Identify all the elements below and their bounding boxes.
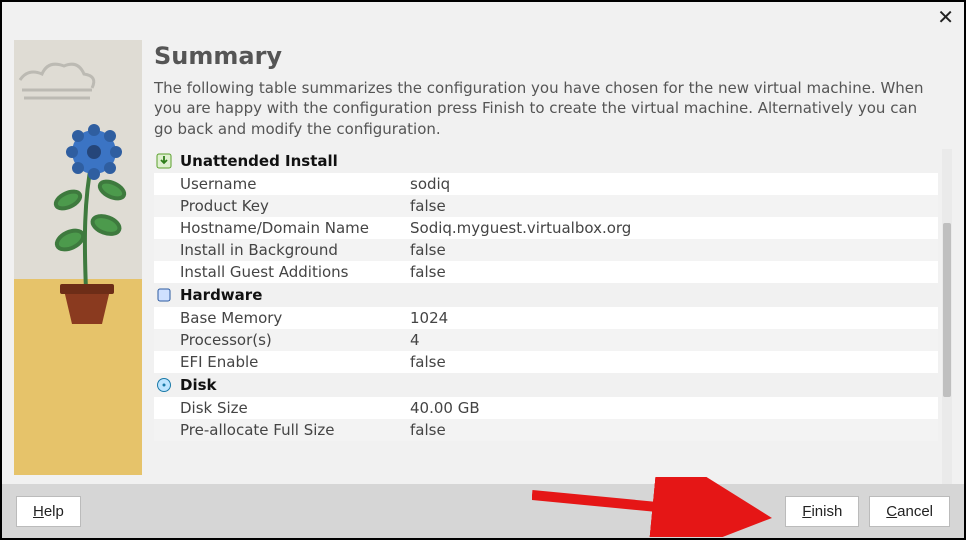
row-label: Base Memory: [180, 309, 410, 327]
section-rows: Base Memory1024Processor(s)4EFI Enablefa…: [154, 307, 938, 373]
summary-row: Base Memory1024: [154, 307, 938, 329]
row-label: EFI Enable: [180, 353, 410, 371]
install-icon: [156, 153, 172, 169]
section-title: Unattended Install: [180, 152, 338, 170]
page-description: The following table summarizes the confi…: [154, 78, 924, 139]
body: Summary The following table summarizes t…: [2, 32, 964, 484]
hardware-icon: [156, 287, 172, 303]
row-value: 1024: [410, 309, 448, 327]
summary-table: Unattended InstallUsernamesodiqProduct K…: [154, 149, 952, 484]
cancel-button[interactable]: Cancel: [869, 496, 950, 527]
row-value: false: [410, 353, 446, 371]
titlebar: ✕: [2, 2, 964, 32]
row-label: Username: [180, 175, 410, 193]
section-heading: Disk: [154, 373, 938, 397]
plant-illustration: [14, 40, 142, 475]
row-value: 40.00 GB: [410, 399, 480, 417]
disk-icon: [156, 377, 172, 393]
summary-row: Usernamesodiq: [154, 173, 938, 195]
section-heading: Unattended Install: [154, 149, 938, 173]
row-label: Install Guest Additions: [180, 263, 410, 281]
section-title: Disk: [180, 376, 217, 394]
summary-row: Hostname/Domain NameSodiq.myguest.virtua…: [154, 217, 938, 239]
summary-row: EFI Enablefalse: [154, 351, 938, 373]
row-value: sodiq: [410, 175, 450, 193]
section-rows: Disk Size40.00 GBPre-allocate Full Sizef…: [154, 397, 938, 441]
section-heading: Hardware: [154, 283, 938, 307]
summary-row: Disk Size40.00 GB: [154, 397, 938, 419]
wizard-sidebar-illustration: [14, 40, 142, 475]
summary-row: Install in Backgroundfalse: [154, 239, 938, 261]
row-label: Disk Size: [180, 399, 410, 417]
footer: Help Finish Cancel: [2, 484, 964, 538]
row-label: Product Key: [180, 197, 410, 215]
content-pane: Summary The following table summarizes t…: [154, 32, 952, 484]
row-label: Processor(s): [180, 331, 410, 349]
summary-row: Install Guest Additionsfalse: [154, 261, 938, 283]
help-button[interactable]: Help: [16, 496, 81, 527]
summary-row: Product Keyfalse: [154, 195, 938, 217]
section-title: Hardware: [180, 286, 262, 304]
scrollbar[interactable]: [942, 149, 952, 484]
row-value: Sodiq.myguest.virtualbox.org: [410, 219, 631, 237]
row-label: Pre-allocate Full Size: [180, 421, 410, 439]
row-value: false: [410, 197, 446, 215]
finish-button[interactable]: Finish: [785, 496, 859, 527]
row-value: false: [410, 263, 446, 281]
summary-row: Processor(s)4: [154, 329, 938, 351]
row-value: 4: [410, 331, 420, 349]
page-title: Summary: [154, 42, 952, 70]
row-value: false: [410, 421, 446, 439]
row-label: Hostname/Domain Name: [180, 219, 410, 237]
close-icon[interactable]: ✕: [937, 7, 954, 27]
section-rows: UsernamesodiqProduct KeyfalseHostname/Do…: [154, 173, 938, 283]
wizard-window: ✕: [0, 0, 966, 540]
scrollbar-thumb[interactable]: [943, 223, 951, 397]
summary-row: Pre-allocate Full Sizefalse: [154, 419, 938, 441]
row-value: false: [410, 241, 446, 259]
row-label: Install in Background: [180, 241, 410, 259]
